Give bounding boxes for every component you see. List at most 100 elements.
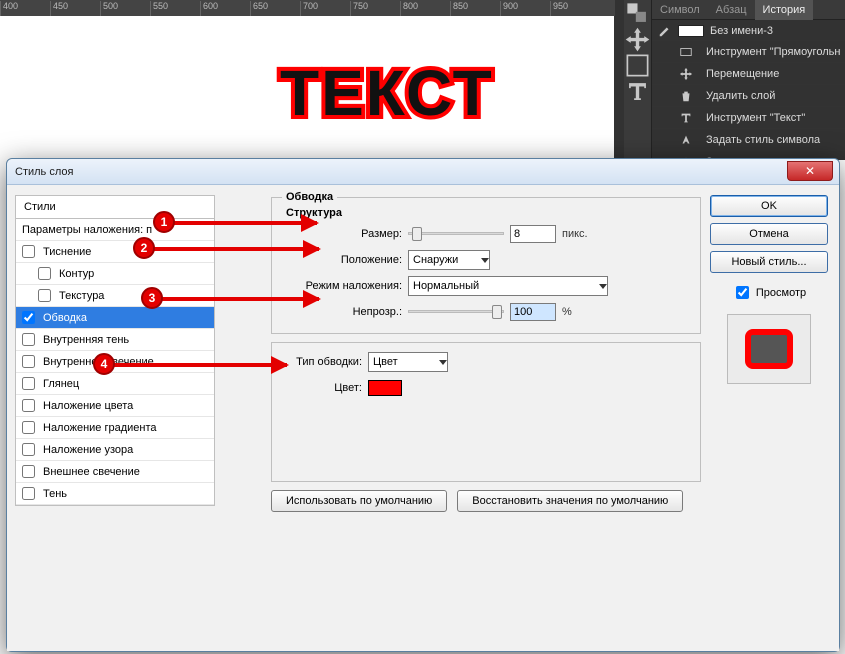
ok-button[interactable]: OK — [710, 195, 828, 217]
history-item-label: Задать стиль символа — [706, 134, 820, 146]
style-row[interactable]: Тиснение — [16, 241, 214, 263]
style-label: Глянец — [43, 378, 79, 390]
stroke-settings-column: Обводка Структура Размер: пикс. Положени… — [271, 191, 701, 512]
style-checkbox[interactable] — [22, 245, 35, 258]
reset-default-button[interactable]: Восстановить значения по умолчанию — [457, 490, 683, 512]
style-row[interactable]: Глянец — [16, 373, 214, 395]
tool-frame-icon[interactable] — [624, 52, 651, 78]
horizontal-ruler: 4004505005506006507007508008509009501000… — [0, 0, 615, 16]
history-step-icon — [678, 89, 694, 103]
fill-type-value: Цвет — [373, 356, 398, 368]
tool-text-icon[interactable] — [624, 78, 651, 104]
style-checkbox[interactable] — [22, 311, 35, 324]
style-checkbox[interactable] — [38, 267, 51, 280]
style-row[interactable]: Тень — [16, 483, 214, 505]
tab-symbol[interactable]: Символ — [652, 0, 708, 20]
history-item[interactable]: Инструмент "Прямоугольн — [652, 40, 845, 62]
fill-type-group: Тип обводки: Цвет Цвет: — [271, 342, 701, 482]
dialog-titlebar[interactable]: Стиль слоя ✕ — [7, 159, 839, 185]
annotation-badge-1: 1 — [153, 211, 175, 233]
preview-checkbox[interactable] — [736, 286, 749, 299]
style-checkbox[interactable] — [38, 289, 51, 302]
tab-history[interactable]: История — [755, 0, 814, 20]
history-item[interactable]: Инструмент "Текст" — [652, 106, 845, 128]
style-row[interactable]: Контур — [16, 263, 214, 285]
annotation-arrow-2 — [151, 247, 319, 251]
style-checkbox[interactable] — [22, 377, 35, 390]
dialog-actions-column: OK Отмена Новый стиль... Просмотр — [709, 195, 829, 384]
style-checkbox[interactable] — [22, 443, 35, 456]
style-label: Обводка — [43, 312, 87, 324]
history-document-row[interactable]: Без имени-3 — [652, 22, 845, 40]
style-checkbox[interactable] — [22, 487, 35, 500]
history-item[interactable]: Задать стиль символа — [652, 128, 845, 150]
history-item[interactable]: Перемещение — [652, 62, 845, 84]
style-checkbox[interactable] — [22, 355, 35, 368]
photoshop-backdrop: 4004505005506006507007508008509009501000… — [0, 0, 845, 160]
annotation-arrow-1 — [167, 221, 317, 225]
style-row[interactable]: Внутреннее свечение — [16, 351, 214, 373]
opacity-input[interactable] — [510, 303, 556, 321]
annotation-badge-3: 3 — [141, 287, 163, 309]
style-label: Наложение узора — [43, 444, 133, 456]
style-checkbox[interactable] — [22, 399, 35, 412]
tool-move-icon[interactable] — [624, 26, 651, 52]
color-swatch[interactable] — [368, 380, 402, 396]
styles-heading[interactable]: Стили — [15, 195, 215, 219]
use-default-button[interactable]: Использовать по умолчанию — [271, 490, 447, 512]
history-item-label: Инструмент "Текст" — [706, 112, 805, 124]
tool-swatches-icon[interactable] — [624, 0, 651, 26]
style-label: Наложение цвета — [43, 400, 133, 412]
position-select[interactable]: Снаружи — [408, 250, 490, 270]
style-label: Параметры наложения: п — [22, 224, 152, 236]
layer-style-dialog: Стиль слоя ✕ Стили Параметры наложения: … — [6, 158, 840, 652]
style-label: Текстура — [59, 290, 104, 302]
style-row[interactable]: Обводка — [16, 307, 214, 329]
preview-box — [727, 314, 811, 384]
blend-select[interactable]: Нормальный — [408, 276, 608, 296]
new-style-button[interactable]: Новый стиль... — [710, 251, 828, 273]
size-label: Размер: — [282, 228, 402, 240]
styles-column: Стили Параметры наложения: п Тиснение Конт… — [15, 195, 215, 506]
style-row[interactable]: Наложение узора — [16, 439, 214, 461]
panel-tool-column — [624, 0, 652, 160]
size-input[interactable] — [510, 225, 556, 243]
dialog-body: Стили Параметры наложения: п Тиснение Конт… — [7, 185, 839, 651]
blend-label: Режим наложения: — [282, 280, 402, 292]
chevron-down-icon — [599, 284, 607, 289]
tab-paragraph[interactable]: Абзац — [708, 0, 755, 20]
style-label: Тень — [43, 488, 67, 500]
style-label: Внутренняя тень — [43, 334, 129, 346]
history-item[interactable]: Удалить слой — [652, 84, 845, 106]
history-item-label: Удалить слой — [706, 90, 775, 102]
style-row[interactable]: Внутренняя тень — [16, 329, 214, 351]
stroke-group-title: Обводка — [282, 191, 337, 203]
preview-toggle[interactable]: Просмотр — [732, 283, 806, 302]
style-label: Контур — [59, 268, 94, 280]
fill-type-select[interactable]: Цвет — [368, 352, 448, 372]
annotation-arrow-3 — [159, 297, 319, 301]
style-row[interactable]: Внешнее свечение — [16, 461, 214, 483]
style-checkbox[interactable] — [22, 465, 35, 478]
size-slider[interactable] — [408, 227, 504, 241]
opacity-slider[interactable] — [408, 305, 504, 319]
position-label: Положение: — [282, 254, 402, 266]
chevron-down-icon — [481, 258, 489, 263]
annotation-arrow-4 — [111, 363, 287, 367]
canvas-text-layer[interactable]: ТЕКСТ — [280, 56, 494, 130]
style-row[interactable]: Наложение цвета — [16, 395, 214, 417]
history-item-label: Инструмент "Прямоугольн — [706, 46, 840, 58]
cancel-button[interactable]: Отмена — [710, 223, 828, 245]
opacity-label: Непрозр.: — [282, 306, 402, 318]
canvas-area: ТЕКСТ — [0, 16, 614, 160]
history-panel: Символ Абзац История Без имени-3 Инструм… — [652, 0, 845, 172]
close-button[interactable]: ✕ — [787, 161, 833, 181]
annotation-badge-2: 2 — [133, 237, 155, 259]
style-row[interactable]: Наложение градиента — [16, 417, 214, 439]
style-row[interactable]: Текстура — [16, 285, 214, 307]
style-label: Тиснение — [43, 246, 91, 258]
style-checkbox[interactable] — [22, 421, 35, 434]
style-checkbox[interactable] — [22, 333, 35, 346]
blend-value: Нормальный — [413, 280, 479, 292]
history-step-icon — [678, 111, 694, 125]
